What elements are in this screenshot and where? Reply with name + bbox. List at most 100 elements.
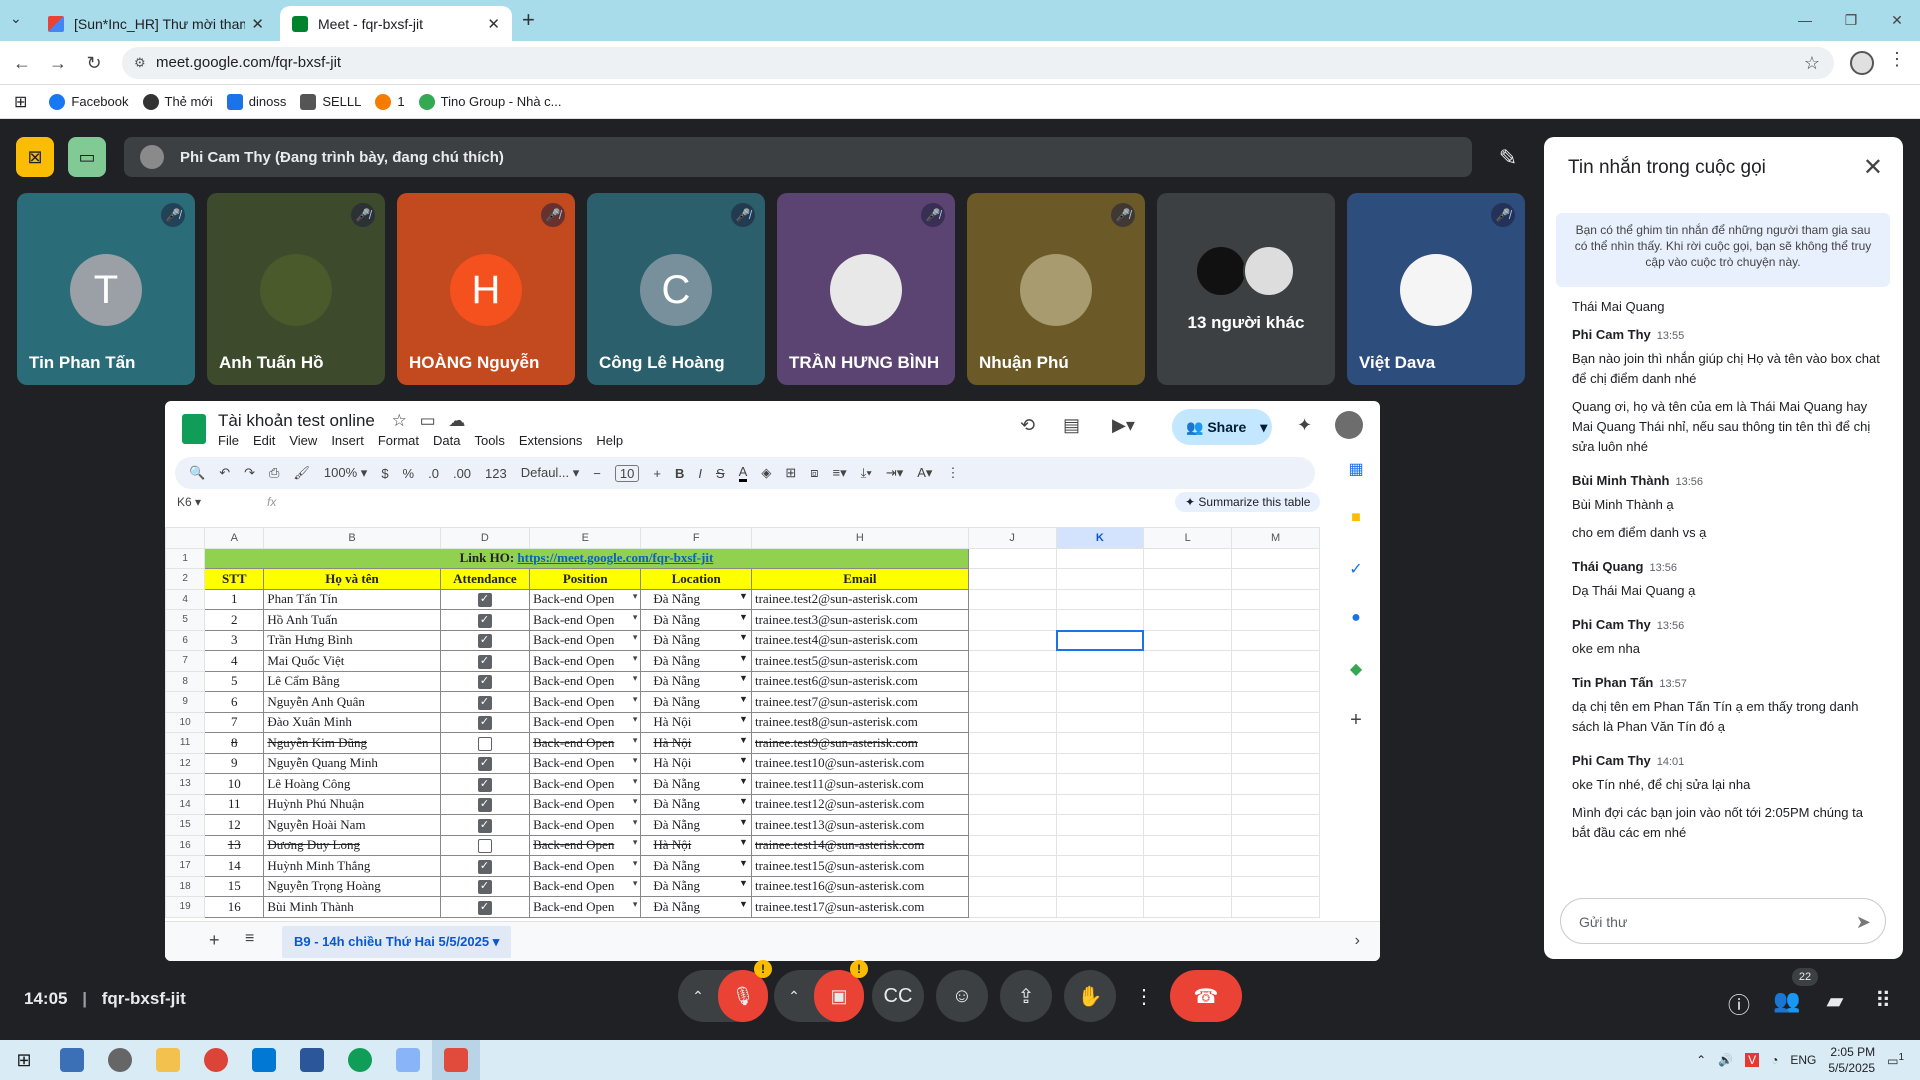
cell[interactable] <box>967 875 1057 897</box>
bookmark-star-icon[interactable]: ☆ <box>1804 47 1820 79</box>
cell[interactable] <box>1143 629 1233 651</box>
row-header[interactable]: 18 <box>165 875 206 897</box>
dropdown-arrow-icon[interactable]: ▼ <box>739 612 748 622</box>
align-left-icon[interactable]: ≡▾ <box>833 465 847 481</box>
print-icon[interactable]: ⎙ <box>269 465 279 481</box>
cloud-icon[interactable]: ☁ <box>448 411 465 430</box>
strikethrough-icon[interactable]: S <box>716 466 725 481</box>
checkbox[interactable] <box>477 654 492 669</box>
chrome-icon[interactable] <box>336 1040 384 1080</box>
dropdown-arrow-icon[interactable]: ▾ <box>633 591 638 602</box>
tab-gmail[interactable]: [Sun*Inc_HR] Thư mời tham dự ✕ <box>36 6 276 41</box>
decrease-decimal-button[interactable]: .0 <box>428 466 439 481</box>
position-cell[interactable]: Back-end Open ▾ <box>529 814 642 836</box>
cell[interactable] <box>1231 875 1320 897</box>
calendar-icon[interactable]: ▦ <box>1341 459 1371 509</box>
people-icon[interactable]: 👥 <box>1771 988 1803 1020</box>
menu-item-tools[interactable]: Tools <box>474 433 504 448</box>
attendance-cell[interactable] <box>439 588 531 610</box>
dropdown-arrow-icon[interactable]: ▼ <box>739 796 748 806</box>
cell[interactable] <box>1231 691 1320 713</box>
gemini-icon[interactable]: ✦ <box>1297 415 1312 436</box>
borders-icon[interactable]: ⊞ <box>785 465 796 481</box>
cell[interactable] <box>1055 732 1145 754</box>
name-box[interactable]: K6 ▾ <box>177 495 201 509</box>
email-cell[interactable]: trainee.test12@sun-asterisk.com <box>750 793 969 815</box>
cell[interactable] <box>1143 834 1233 856</box>
volume-icon[interactable]: 🔊 <box>1718 1053 1733 1067</box>
column-header[interactable]: E <box>529 527 642 549</box>
position-cell[interactable]: Back-end Open ▾ <box>529 711 642 733</box>
cell[interactable] <box>1231 711 1320 733</box>
tasks-icon[interactable]: ✓ <box>1341 559 1371 609</box>
row-header[interactable]: 7 <box>165 650 206 672</box>
email-cell[interactable]: trainee.test13@sun-asterisk.com <box>750 814 969 836</box>
menu-item-insert[interactable]: Insert <box>331 433 364 448</box>
language-indicator[interactable]: ENG <box>1790 1053 1816 1067</box>
sheet-tab-active[interactable]: B9 - 14h chiều Thứ Hai 5/5/2025 ▾ <box>282 926 512 958</box>
increase-font-size-button[interactable]: + <box>653 466 661 481</box>
cell[interactable] <box>1055 670 1145 692</box>
cell[interactable] <box>967 568 1057 590</box>
apps-icon[interactable]: ⊞ <box>14 92 27 112</box>
dropdown-arrow-icon[interactable]: ▾ <box>633 735 638 746</box>
position-cell[interactable]: Back-end Open ▾ <box>529 629 642 651</box>
row-header[interactable]: 12 <box>165 752 206 774</box>
folder-icon[interactable]: ▭ <box>420 411 436 430</box>
email-cell[interactable]: trainee.test14@sun-asterisk.com <box>750 834 969 856</box>
currency-format-button[interactable]: $ <box>381 466 388 481</box>
percent-format-button[interactable]: % <box>403 466 415 481</box>
checkbox[interactable] <box>477 777 492 792</box>
checkbox[interactable] <box>477 695 492 710</box>
font-select[interactable]: Defaul... ▾ <box>521 465 580 481</box>
font-size-input[interactable]: 10 <box>614 464 640 482</box>
dropdown-arrow-icon[interactable]: ▾ <box>633 858 638 869</box>
row-header[interactable]: 14 <box>165 793 206 815</box>
position-cell[interactable]: Back-end Open ▾ <box>529 732 642 754</box>
stt-cell[interactable]: 3 <box>204 629 265 651</box>
column-header[interactable]: M <box>1231 527 1320 549</box>
checkbox[interactable] <box>477 592 492 608</box>
position-cell[interactable]: Back-end Open ▾ <box>529 691 642 713</box>
checkbox[interactable] <box>477 756 492 772</box>
dropdown-arrow-icon[interactable]: ▼ <box>739 817 748 827</box>
text-wrap-icon[interactable]: ⇥▾ <box>886 465 903 481</box>
column-title[interactable]: Email <box>750 568 969 590</box>
email-cell[interactable]: trainee.test11@sun-asterisk.com <box>750 773 969 795</box>
location-cell[interactable]: Đà Nẵng ▼ <box>640 793 752 815</box>
dropdown-arrow-icon[interactable]: ▾ <box>633 673 638 684</box>
position-cell[interactable]: Back-end Open ▾ <box>529 670 642 692</box>
chevron-down-icon[interactable]: ▾ <box>1260 419 1267 435</box>
checkbox[interactable] <box>477 859 492 874</box>
attendance-cell[interactable] <box>439 609 531 631</box>
close-tab-icon[interactable]: ✕ <box>251 15 264 33</box>
cell[interactable] <box>1231 609 1320 631</box>
checkbox[interactable] <box>477 715 492 731</box>
contacts-icon[interactable]: ● <box>1341 609 1371 659</box>
decrease-font-size-button[interactable]: − <box>593 466 601 481</box>
cell[interactable] <box>967 650 1057 672</box>
row-header[interactable]: 19 <box>165 896 206 918</box>
more-options-button[interactable]: ⋮ <box>1128 970 1160 1022</box>
file-explorer-icon[interactable] <box>144 1040 192 1080</box>
vertical-align-icon[interactable]: ⤓▾ <box>861 465 872 481</box>
dropdown-arrow-icon[interactable]: ▼ <box>739 837 748 847</box>
attendance-cell[interactable] <box>439 793 531 815</box>
name-cell[interactable]: Nguyễn Quang Minh <box>263 752 441 774</box>
cell[interactable] <box>1055 752 1145 774</box>
stt-cell[interactable]: 5 <box>204 670 265 692</box>
cell[interactable] <box>1231 588 1320 610</box>
clock[interactable]: 2:05 PM 5/5/2025 <box>1828 1044 1875 1076</box>
cell[interactable] <box>1143 752 1233 774</box>
column-header[interactable]: F <box>640 527 752 549</box>
menu-item-view[interactable]: View <box>289 433 317 448</box>
dropdown-arrow-icon[interactable]: ▼ <box>739 673 748 683</box>
attendance-cell[interactable] <box>439 650 531 672</box>
dropdown-arrow-icon[interactable]: ▼ <box>739 858 748 868</box>
column-title[interactable]: Attendance <box>439 568 531 590</box>
cell[interactable] <box>1231 834 1320 856</box>
position-cell[interactable]: Back-end Open ▾ <box>529 793 642 815</box>
stt-cell[interactable]: 1 <box>204 588 265 610</box>
name-cell[interactable]: Huỳnh Phú Nhuận <box>263 793 441 815</box>
increase-decimal-button[interactable]: .00 <box>453 466 471 481</box>
